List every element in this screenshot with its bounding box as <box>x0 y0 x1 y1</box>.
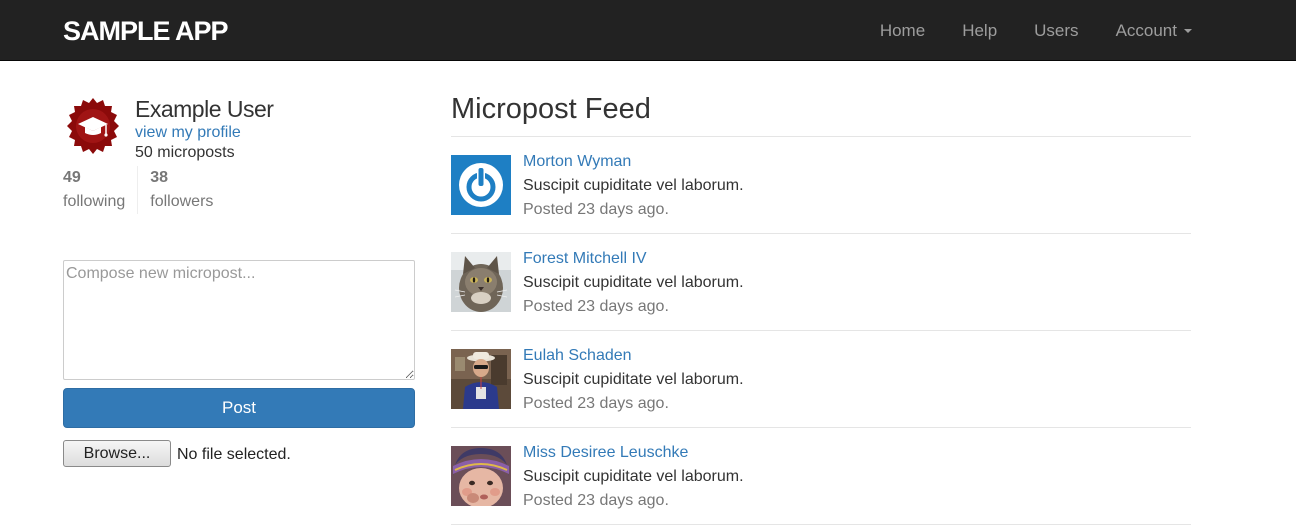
feed-avatar-person-photo-icon[interactable] <box>451 349 511 409</box>
feed-item: Miss Desiree Leuschke Suscipit cupiditat… <box>451 428 1191 525</box>
followers-stat[interactable]: 38 followers <box>137 166 225 214</box>
file-status-text: No file selected. <box>177 446 291 463</box>
feed-timestamp: Posted 23 days ago. <box>523 201 669 218</box>
compose-micropost-input[interactable] <box>63 260 415 380</box>
follow-stats: 49 following 38 followers <box>63 166 225 214</box>
feed-content: Suscipit cupiditate vel laborum. <box>523 371 744 388</box>
post-button[interactable]: Post <box>63 388 415 428</box>
browse-file-button[interactable]: Browse... <box>63 440 171 467</box>
feed-list: Morton Wyman Suscipit cupiditate vel lab… <box>451 137 1191 525</box>
feed-content: Suscipit cupiditate vel laborum. <box>523 274 744 291</box>
feed-content: Suscipit cupiditate vel laborum. <box>523 468 744 485</box>
nav-users-link[interactable]: Users <box>1034 21 1078 41</box>
nav-help-link[interactable]: Help <box>962 21 997 41</box>
feed-timestamp: Posted 23 days ago. <box>523 298 669 315</box>
micropost-feed: Micropost Feed Morton Wyman Suscipit cup… <box>451 90 1191 525</box>
following-label: following <box>63 193 126 210</box>
nav-home-link[interactable]: Home <box>880 21 925 41</box>
feed-title: Micropost Feed <box>451 90 1191 137</box>
micropost-count: 50 microposts <box>135 144 235 161</box>
feed-item: Forest Mitchell IV Suscipit cupiditate v… <box>451 234 1191 331</box>
feed-avatar-child-photo-icon[interactable] <box>451 446 511 506</box>
feed-content: Suscipit cupiditate vel laborum. <box>523 177 744 194</box>
following-count: 49 <box>63 169 81 186</box>
feed-user-link[interactable]: Eulah Schaden <box>523 346 632 366</box>
feed-item: Eulah Schaden Suscipit cupiditate vel la… <box>451 331 1191 428</box>
feed-user-link[interactable]: Forest Mitchell IV <box>523 249 647 269</box>
user-name: Example User <box>135 96 274 122</box>
feed-user-link[interactable]: Miss Desiree Leuschke <box>523 443 688 463</box>
feed-avatar-power-icon[interactable] <box>451 155 511 215</box>
view-profile-link[interactable]: view my profile <box>135 123 241 143</box>
feed-item: Morton Wyman Suscipit cupiditate vel lab… <box>451 137 1191 234</box>
app-brand-logo[interactable]: SAMPLE APP <box>63 16 229 46</box>
navbar: SAMPLE APP Home Help Users Account <box>0 0 1296 61</box>
feed-timestamp: Posted 23 days ago. <box>523 395 669 412</box>
main-nav: Home Help Users Account <box>843 0 1192 61</box>
following-stat[interactable]: 49 following <box>63 166 137 214</box>
caret-down-icon <box>1184 28 1192 33</box>
followers-count: 38 <box>150 169 169 186</box>
user-avatar-graduation-cap-icon[interactable] <box>65 98 121 154</box>
feed-avatar-cat-photo-icon[interactable] <box>451 252 511 312</box>
nav-account-dropdown[interactable]: Account <box>1116 21 1192 41</box>
feed-timestamp: Posted 23 days ago. <box>523 492 669 509</box>
nav-account-label: Account <box>1115 20 1177 40</box>
feed-user-link[interactable]: Morton Wyman <box>523 152 631 172</box>
followers-label: followers <box>150 193 214 210</box>
